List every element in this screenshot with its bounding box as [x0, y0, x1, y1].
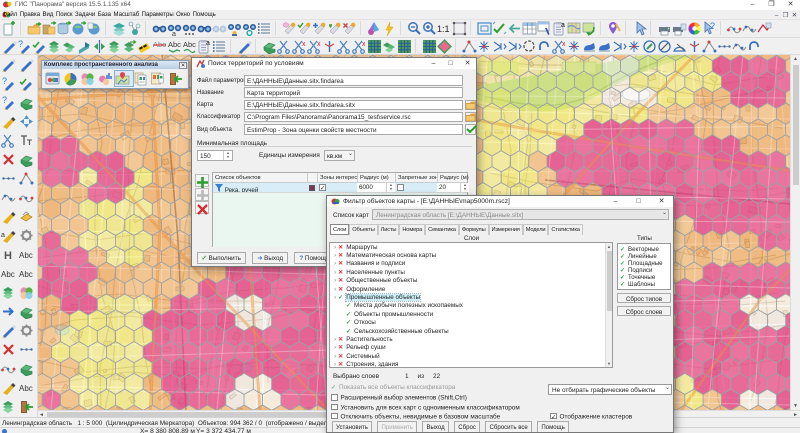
- svg-text:a: a: [172, 31, 176, 36]
- svg-text:?: ?: [2, 95, 7, 105]
- svg-text:x: x: [302, 41, 306, 48]
- svg-text:H: H: [4, 250, 12, 262]
- svg-text:Abc: Abc: [19, 251, 33, 260]
- svg-text:Abc: Abc: [19, 270, 33, 279]
- svg-text:a: a: [206, 40, 210, 47]
- svg-text:Abc: Abc: [168, 40, 181, 49]
- svg-text:x: x: [562, 41, 566, 48]
- svg-text:Abc: Abc: [183, 40, 196, 49]
- svg-text:Abc: Abc: [19, 384, 33, 393]
- svg-text:x: x: [362, 41, 366, 48]
- svg-text:?: ?: [18, 39, 23, 49]
- svg-text:?: ?: [2, 76, 7, 86]
- svg-text:1:1: 1:1: [437, 24, 450, 34]
- svg-text:?: ?: [710, 21, 715, 31]
- svg-text:a: a: [1, 232, 5, 239]
- svg-text:Abc: Abc: [1, 270, 15, 279]
- svg-text:x: x: [317, 41, 321, 48]
- svg-text:a: a: [561, 22, 565, 29]
